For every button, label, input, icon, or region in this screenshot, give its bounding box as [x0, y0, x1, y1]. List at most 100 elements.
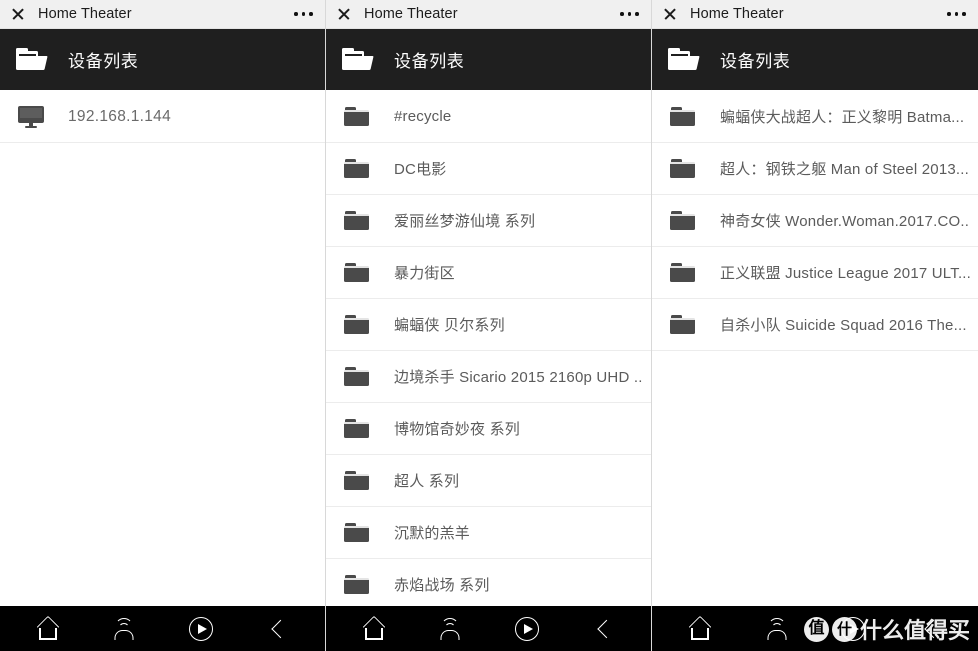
panel-dc-movies: Home Theater 设备列表 蝙蝠侠大战超人：正义黎明 Batma... …	[652, 0, 978, 651]
nav-back[interactable]	[904, 608, 956, 650]
panel-devices: Home Theater 设备列表 192.168.1.144	[0, 0, 326, 651]
list-item-label: DC电影	[394, 161, 447, 178]
movie-folder-list[interactable]: 蝙蝠侠大战超人：正义黎明 Batma... 超人：钢铁之躯 Man of Ste…	[652, 90, 978, 606]
nav-play[interactable]	[175, 608, 227, 650]
nav-back[interactable]	[251, 608, 303, 650]
folder-icon	[342, 154, 372, 184]
list-item-label: 超人 系列	[394, 473, 460, 490]
page-title: 设备列表	[720, 52, 791, 71]
list-item-label: 博物馆奇妙夜 系列	[394, 421, 520, 438]
folder-icon	[668, 310, 698, 340]
titlebar: Home Theater	[0, 0, 325, 29]
list-item-label: 赤焰战场 系列	[394, 577, 490, 594]
folder-icon	[668, 154, 698, 184]
window-title: Home Theater	[364, 6, 458, 22]
monitor-icon	[16, 102, 46, 132]
nav-play[interactable]	[501, 608, 553, 650]
list-item-label: 神奇女侠 Wonder.Woman.2017.CO...	[720, 213, 970, 230]
list-item[interactable]: DC电影	[326, 143, 651, 195]
back-icon	[267, 617, 287, 641]
panel-folders: Home Theater 设备列表 #recycle DC电影 爱丽丝梦游仙境 …	[326, 0, 652, 651]
folder-icon	[668, 102, 698, 132]
close-icon[interactable]	[663, 7, 677, 21]
list-item-label: 暴力街区	[394, 265, 455, 282]
folder-icon	[668, 206, 698, 236]
list-item[interactable]: 192.168.1.144	[0, 91, 325, 143]
titlebar: Home Theater	[652, 0, 978, 29]
watermark-badge-1: 值	[803, 616, 829, 642]
nav-cast[interactable]	[98, 608, 150, 650]
close-icon[interactable]	[337, 7, 351, 21]
nav-cast[interactable]	[751, 608, 803, 650]
list-item[interactable]: 超人 系列	[326, 455, 651, 507]
nav-home[interactable]	[22, 608, 74, 650]
nav-home[interactable]	[348, 608, 400, 650]
list-item-label: 正义联盟 Justice League 2017 ULT...	[720, 265, 970, 282]
page-title: 设备列表	[68, 52, 139, 71]
play-icon	[841, 616, 866, 641]
folder-icon	[342, 258, 372, 288]
cast-icon	[765, 617, 789, 640]
play-icon	[514, 616, 539, 641]
bottom-navbar	[0, 606, 325, 651]
folder-icon	[342, 414, 372, 444]
list-item[interactable]: 蝙蝠侠 贝尔系列	[326, 299, 651, 351]
bottom-navbar: 值 什 什么值得买	[652, 606, 978, 651]
list-item-label: #recycle	[394, 108, 452, 125]
nav-play[interactable]	[827, 608, 879, 650]
home-icon	[36, 615, 60, 640]
list-item[interactable]: 超人：钢铁之躯 Man of Steel 2013...	[652, 143, 978, 195]
list-item[interactable]: 边境杀手 Sicario 2015 2160p UHD ...	[326, 351, 651, 403]
folder-open-icon	[668, 47, 700, 72]
list-item-label: 蝙蝠侠大战超人：正义黎明 Batma...	[720, 109, 965, 126]
folder-icon	[342, 570, 372, 600]
titlebar: Home Theater	[326, 0, 651, 29]
list-item-label: 自杀小队 Suicide Squad 2016 The...	[720, 317, 967, 334]
list-item[interactable]: 神奇女侠 Wonder.Woman.2017.CO...	[652, 195, 978, 247]
folder-open-icon	[16, 47, 48, 72]
nav-home[interactable]	[674, 608, 726, 650]
breadcrumb-header: 设备列表	[0, 29, 325, 90]
nav-cast[interactable]	[424, 608, 476, 650]
list-item-label: 爱丽丝梦游仙境 系列	[394, 213, 536, 230]
list-item-label: 边境杀手 Sicario 2015 2160p UHD ...	[394, 369, 643, 386]
folder-icon	[668, 258, 698, 288]
folder-icon	[342, 362, 372, 392]
home-icon	[362, 615, 386, 640]
back-icon	[593, 617, 613, 641]
bottom-navbar	[326, 606, 651, 651]
folder-icon	[342, 518, 372, 548]
breadcrumb-header: 设备列表	[652, 29, 978, 90]
list-item[interactable]: 博物馆奇妙夜 系列	[326, 403, 651, 455]
list-item[interactable]: 正义联盟 Justice League 2017 ULT...	[652, 247, 978, 299]
list-item-label: 超人：钢铁之躯 Man of Steel 2013...	[720, 161, 970, 178]
more-options-icon[interactable]	[947, 12, 966, 16]
nav-back[interactable]	[577, 608, 629, 650]
cast-icon	[112, 617, 136, 640]
play-icon	[188, 616, 213, 641]
list-item[interactable]: 沉默的羔羊	[326, 507, 651, 559]
folder-list[interactable]: #recycle DC电影 爱丽丝梦游仙境 系列 暴力街区 蝙蝠侠 贝尔系列 边…	[326, 90, 651, 606]
page-title: 设备列表	[394, 52, 465, 71]
folder-icon	[342, 206, 372, 236]
device-list[interactable]: 192.168.1.144	[0, 90, 325, 606]
list-item-label: 192.168.1.144	[68, 107, 172, 125]
list-item[interactable]: 蝙蝠侠大战超人：正义黎明 Batma...	[652, 91, 978, 143]
list-item[interactable]: 暴力街区	[326, 247, 651, 299]
list-item-label: 沉默的羔羊	[394, 525, 471, 542]
home-icon	[688, 615, 712, 640]
folder-icon	[342, 102, 372, 132]
window-title: Home Theater	[38, 6, 132, 22]
list-item[interactable]: 自杀小队 Suicide Squad 2016 The...	[652, 299, 978, 351]
close-icon[interactable]	[11, 7, 25, 21]
more-options-icon[interactable]	[294, 12, 313, 16]
list-item[interactable]: #recycle	[326, 91, 651, 143]
back-icon	[920, 617, 940, 641]
list-item[interactable]: 爱丽丝梦游仙境 系列	[326, 195, 651, 247]
list-item[interactable]: 赤焰战场 系列	[326, 559, 651, 606]
folder-icon	[342, 310, 372, 340]
more-options-icon[interactable]	[620, 12, 639, 16]
folder-icon	[342, 466, 372, 496]
window-title: Home Theater	[690, 6, 784, 22]
list-item-label: 蝙蝠侠 贝尔系列	[394, 317, 505, 334]
